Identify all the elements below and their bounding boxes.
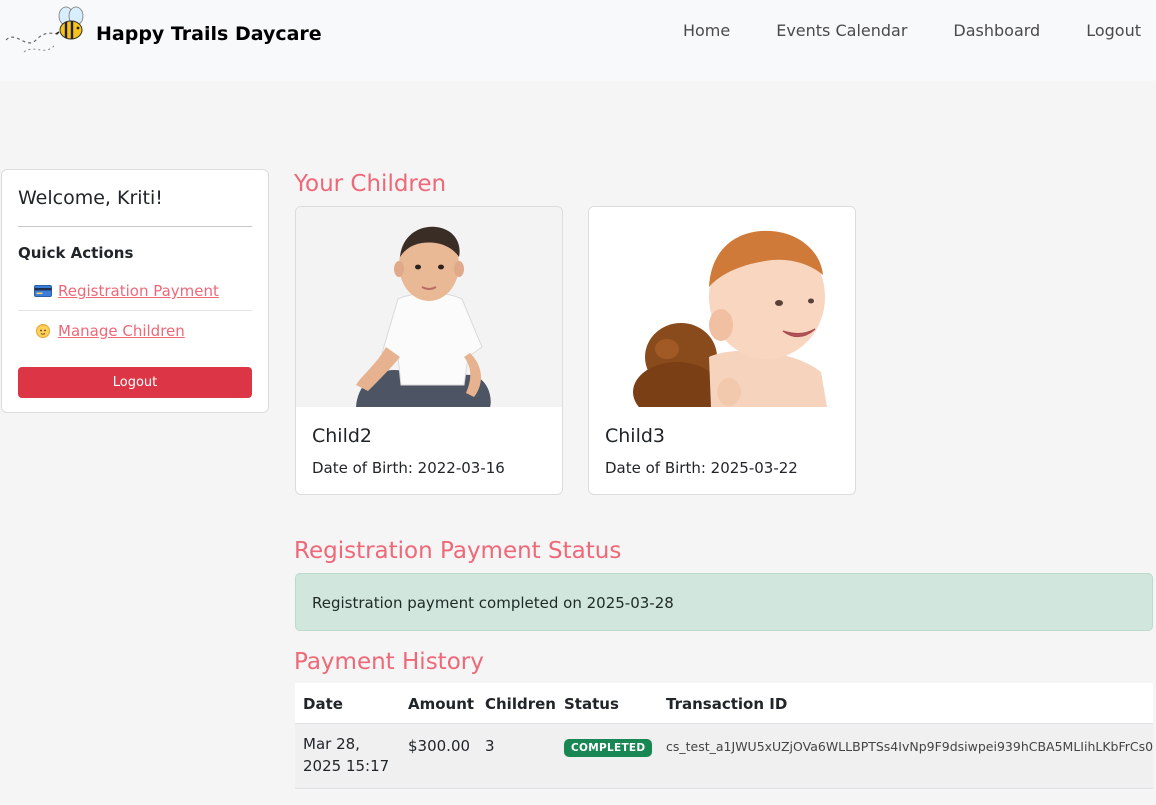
registration-payment-label[interactable]: Registration Payment [58, 282, 219, 300]
nav-dashboard[interactable]: Dashboard [953, 21, 1040, 40]
children-section-title: Your Children [294, 171, 447, 197]
child-card[interactable]: Child2 Date of Birth: 2022-03-16 [295, 206, 563, 495]
child-card[interactable]: Child3 Date of Birth: 2025-03-22 [588, 206, 856, 495]
column-header-status: Status [564, 695, 619, 713]
status-badge: COMPLETED [564, 739, 653, 757]
welcome-heading: Welcome, Kriti! [18, 187, 163, 209]
manage-children-link[interactable]: Manage Children [34, 322, 185, 340]
payment-status-alert: Registration payment completed on 2025-0… [295, 573, 1153, 631]
sidebar-card: Welcome, Kriti! Quick Actions Registrati… [1, 169, 269, 413]
credit-card-icon [34, 285, 52, 297]
payment-status-message: Registration payment completed on 2025-0… [312, 594, 674, 612]
child-name: Child3 [605, 425, 666, 447]
nav-links: Home Events Calendar Dashboard Logout [683, 21, 1141, 40]
logout-button[interactable]: Logout [18, 367, 252, 398]
baby-icon [36, 324, 50, 338]
column-header-date: Date [303, 695, 343, 713]
divider [18, 310, 252, 311]
child-photo [589, 207, 855, 407]
child-photo [296, 207, 562, 407]
payment-history-table: Date Amount Children Status Transaction … [295, 683, 1153, 789]
payment-status-title: Registration Payment Status [294, 538, 622, 564]
cell-amount: $300.00 [408, 737, 471, 755]
manage-children-label[interactable]: Manage Children [58, 322, 185, 340]
column-header-transaction-id: Transaction ID [666, 695, 788, 713]
table-header-row: Date Amount Children Status Transaction … [295, 683, 1153, 724]
brand[interactable]: Happy Trails Daycare [4, 4, 322, 60]
cell-status: COMPLETED [564, 737, 653, 757]
cell-date: Mar 28, 2025 15:17 [303, 735, 390, 775]
brand-name[interactable]: Happy Trails Daycare [96, 23, 322, 45]
navbar: Happy Trails Daycare Home Events Calenda… [0, 0, 1156, 81]
column-header-children: Children [485, 695, 556, 713]
nav-home[interactable]: Home [683, 21, 730, 40]
child-name: Child2 [312, 425, 373, 447]
nav-events-calendar[interactable]: Events Calendar [776, 21, 907, 40]
payment-history-title: Payment History [294, 649, 484, 675]
registration-payment-link[interactable]: Registration Payment [34, 282, 219, 300]
cell-children: 3 [485, 737, 495, 755]
nav-logout[interactable]: Logout [1086, 21, 1141, 40]
divider [18, 226, 252, 227]
table-row: Mar 28, 2025 15:17 $300.00 3 COMPLETED c… [295, 724, 1153, 789]
child-dob: Date of Birth: 2022-03-16 [312, 459, 505, 477]
quick-actions-title: Quick Actions [18, 244, 134, 262]
child-dob: Date of Birth: 2025-03-22 [605, 459, 798, 477]
column-header-amount: Amount [408, 695, 475, 713]
cell-transaction-id: cs_test_a1JWU5xUZjOVa6WLLBPTSs4IvNp9F9ds… [666, 739, 1154, 754]
bee-logo-icon [5, 6, 84, 53]
